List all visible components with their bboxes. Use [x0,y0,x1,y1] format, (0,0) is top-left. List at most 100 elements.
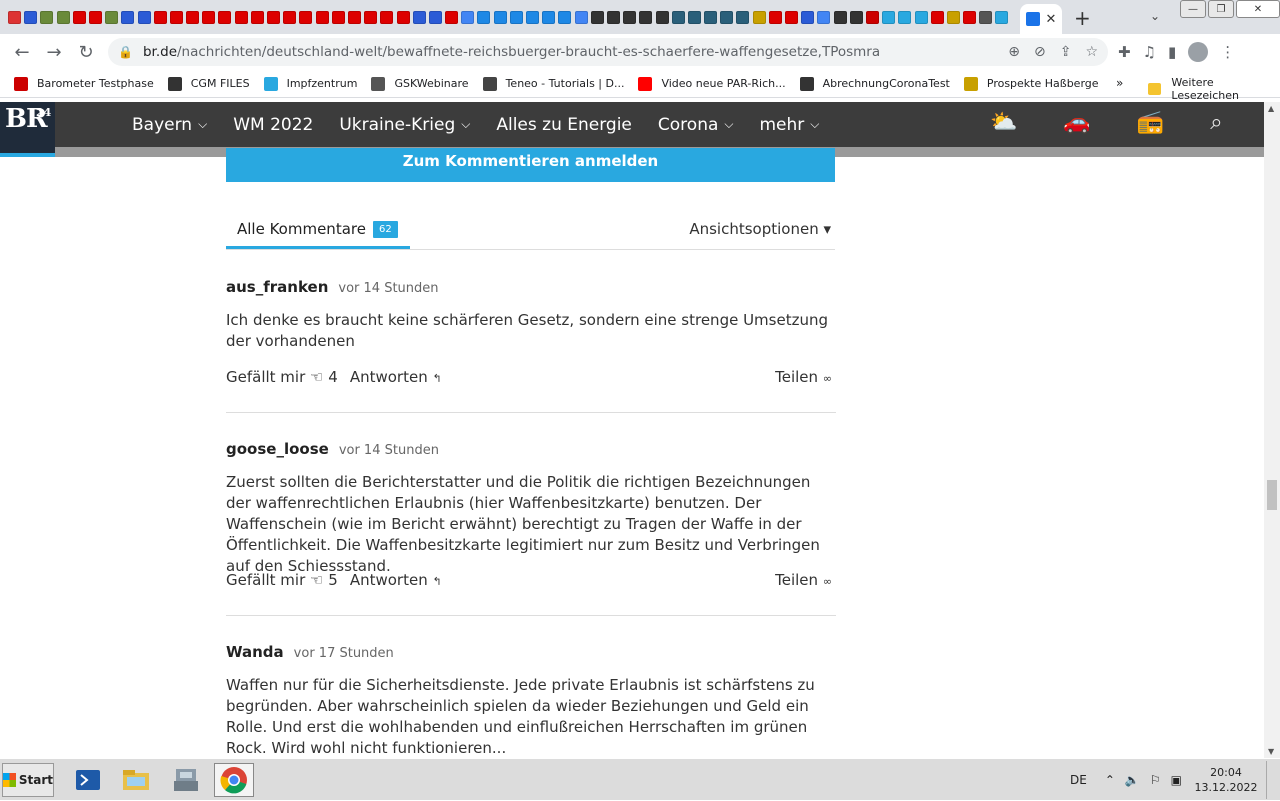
pinned-tab-favicon-icon[interactable] [315,10,329,24]
language-indicator[interactable]: DE [1070,773,1087,787]
pinned-tab-favicon-icon[interactable] [785,10,798,24]
weather-icon[interactable]: ⛅ [990,110,1017,135]
scroll-down-icon[interactable]: ▼ [1268,747,1274,756]
scrollbar-thumb[interactable] [1267,480,1277,510]
pinned-tabs[interactable] [0,0,1020,34]
url-text[interactable]: br.de/nachrichten/deutschland-welt/bewaf… [143,44,880,60]
pinned-tab-favicon-icon[interactable] [186,10,200,24]
share-icon[interactable]: ⇪ [1060,44,1072,60]
pinned-tab-favicon-icon[interactable] [56,10,70,24]
tray-expand-icon[interactable]: ⌃ [1105,773,1115,787]
pinned-tab-favicon-icon[interactable] [493,10,507,24]
pinned-tab-favicon-icon[interactable] [267,10,280,24]
close-window-button[interactable]: ✕ [1236,0,1280,18]
bookmark-item[interactable]: Video neue PAR-Rich... [638,76,786,91]
pinned-tab-favicon-icon[interactable] [88,10,102,24]
network-admin-taskbar-icon[interactable] [166,763,206,797]
pinned-tab-favicon-icon[interactable] [963,10,977,24]
start-button[interactable]: Start [2,763,54,797]
close-tab-icon[interactable]: ✕ [1046,12,1057,27]
bookmark-item[interactable]: Barometer Testphase [14,76,154,91]
address-bar[interactable]: 🔒 br.de/nachrichten/deutschland-welt/bew… [108,38,1108,66]
tracking-eye-icon[interactable]: ⊘ [1034,44,1046,60]
pinned-tab-favicon-icon[interactable] [380,10,394,24]
comment-author[interactable]: aus_franken [226,278,328,296]
nav-item-3[interactable]: Alles zu Energie [496,115,632,135]
pinned-tab-favicon-icon[interactable] [169,10,183,24]
bookmarks-overflow-button[interactable]: » [1116,76,1123,90]
pinned-tab-favicon-icon[interactable] [218,10,232,24]
reply-button[interactable]: Antworten ↰ [350,368,442,386]
comment-author[interactable]: Wanda [226,643,284,661]
pinned-tab-favicon-icon[interactable] [72,10,86,24]
side-panel-icon[interactable]: ▮ [1168,43,1176,61]
volume-icon[interactable]: 🔈 [1125,773,1140,787]
pinned-tab-favicon-icon[interactable] [623,10,637,24]
share-button[interactable]: Teilen ∞ [775,368,832,386]
pinned-tab-favicon-icon[interactable] [833,10,847,24]
pinned-tab-favicon-icon[interactable] [461,10,475,24]
pinned-tab-favicon-icon[interactable] [720,10,734,24]
login-to-comment-button[interactable]: Zum Kommentieren anmelden [226,148,835,182]
menu-kebab-icon[interactable]: ⋮ [1220,43,1235,61]
pinned-tab-favicon-icon[interactable] [234,10,248,24]
pinned-tab-favicon-icon[interactable] [736,10,750,24]
chrome-taskbar-icon[interactable] [214,763,254,797]
powershell-taskbar-icon[interactable] [68,763,108,797]
bookmark-star-icon[interactable]: ☆ [1085,44,1098,60]
pinned-tab-favicon-icon[interactable] [105,10,119,24]
pinned-tab-favicon-icon[interactable] [445,10,459,24]
pinned-tab-favicon-icon[interactable] [671,10,685,24]
like-button[interactable]: Gefällt mir ☜ 4 [226,368,338,386]
nav-item-5[interactable]: mehr ⌵ [760,115,820,135]
pinned-tab-favicon-icon[interactable] [995,10,1009,24]
like-button[interactable]: Gefällt mir ☜ 5 [226,571,338,589]
extensions-icon[interactable]: ✚ [1118,43,1131,61]
pinned-tab-favicon-icon[interactable] [137,10,151,24]
pinned-tab-favicon-icon[interactable] [946,10,960,24]
pinned-tab-favicon-icon[interactable] [8,10,21,24]
bookmark-item[interactable]: CGM FILES [167,76,250,91]
view-options-dropdown[interactable]: Ansichtsoptionen ▾ [689,220,831,238]
comment-author[interactable]: goose_loose [226,440,329,458]
pinned-tab-favicon-icon[interactable] [24,10,38,24]
flag-icon[interactable]: ⚐ [1150,773,1161,787]
pinned-tab-favicon-icon[interactable] [299,10,313,24]
pinned-tab-favicon-icon[interactable] [590,10,604,24]
bookmark-item[interactable]: AbrechnungCoronaTest [799,76,950,91]
pinned-tab-favicon-icon[interactable] [655,10,669,24]
pinned-tab-favicon-icon[interactable] [153,10,167,24]
tab-all-comments[interactable]: Alle Kommentare 62 [226,212,410,249]
zoom-icon[interactable]: ⊕ [1008,44,1020,60]
pinned-tab-favicon-icon[interactable] [412,10,426,24]
pinned-tab-favicon-icon[interactable] [542,10,556,24]
pinned-tab-favicon-icon[interactable] [704,10,718,24]
pinned-tab-favicon-icon[interactable] [202,10,216,24]
active-tab[interactable]: ✕ [1020,4,1062,34]
pinned-tab-favicon-icon[interactable] [250,10,264,24]
bookmark-item[interactable]: Teneo - Tutorials | D... [482,76,624,91]
pinned-tab-favicon-icon[interactable] [283,10,297,24]
br24-logo[interactable]: BR 24 [0,102,55,157]
pinned-tab-favicon-icon[interactable] [121,10,135,24]
nav-item-1[interactable]: WM 2022 [233,115,313,135]
pinned-tab-favicon-icon[interactable] [817,10,831,24]
pinned-tab-favicon-icon[interactable] [687,10,701,24]
show-desktop-button[interactable] [1266,761,1278,799]
other-bookmarks-folder[interactable]: Weitere Lesezeichen [1148,76,1280,102]
page-scrollbar[interactable]: ▲ ▼ [1264,102,1280,758]
pinned-tab-favicon-icon[interactable] [428,10,442,24]
pinned-tab-favicon-icon[interactable] [364,10,378,24]
pinned-tab-favicon-icon[interactable] [930,10,944,24]
pinned-tab-favicon-icon[interactable] [526,10,539,24]
network-icon[interactable]: ▣ [1171,773,1182,787]
pinned-tab-favicon-icon[interactable] [865,10,879,24]
media-control-icon[interactable]: ♫ [1143,43,1156,61]
new-tab-button[interactable]: + [1074,6,1091,30]
pinned-tab-favicon-icon[interactable] [40,10,54,24]
bookmark-item[interactable]: GSKWebinare [371,76,469,91]
pinned-tab-favicon-icon[interactable] [979,10,993,24]
forward-arrow-icon[interactable]: → [38,36,70,68]
pinned-tab-favicon-icon[interactable] [396,10,410,24]
restore-button[interactable]: ❐ [1208,0,1234,18]
